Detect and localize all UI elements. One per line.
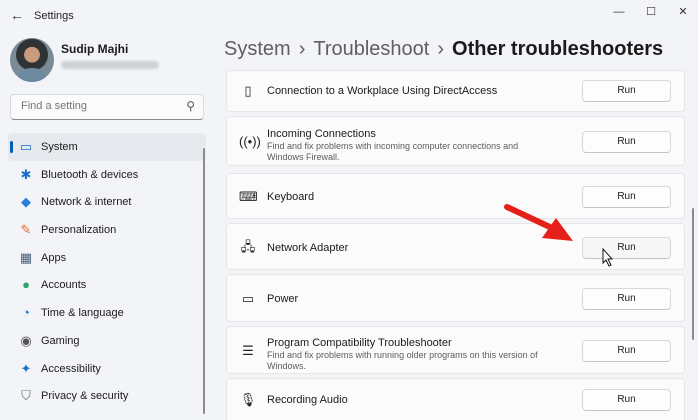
troubleshooter-keyboard: ⌨ Keyboard Run [226, 173, 685, 219]
run-button-incoming-connections[interactable]: Run [582, 131, 671, 153]
breadcrumb: System › Troubleshoot › Other troubleshooter… [224, 38, 663, 61]
sidebar-scrollbar[interactable] [203, 148, 205, 414]
page-title: Other troubleshooters [452, 38, 664, 60]
close-icon[interactable]: ✕ [666, 3, 698, 21]
breadcrumb-separator: › [298, 38, 306, 60]
troubleshooter-title: Keyboard [267, 191, 315, 203]
sidebar-item-label: Personalization [41, 224, 117, 237]
sidebar-nav: ▭ System ✱ Bluetooth & devices ◆ Network… [8, 133, 206, 410]
sidebar-item-label: System [41, 141, 78, 153]
bluetooth-icon: ✱ [20, 166, 32, 182]
search-input[interactable] [19, 99, 183, 113]
minimize-icon[interactable]: — [602, 3, 636, 21]
run-button-directaccess[interactable]: Run [582, 80, 671, 102]
person-icon: ● [22, 277, 30, 293]
sidebar-item-label: Accessibility [41, 362, 101, 375]
search-box[interactable]: ⚲ [10, 94, 204, 120]
sidebar-item-label: Bluetooth & devices [41, 168, 139, 181]
gamepad-icon: ◉ [20, 332, 32, 348]
troubleshooter-title: Program Compatibility Troubleshooter [267, 337, 452, 349]
troubleshooter-title: Power [267, 293, 299, 305]
avatar[interactable] [10, 38, 54, 82]
sidebar-item-label: Apps [41, 251, 67, 264]
troubleshooter-program-compatibility: ☰ Program Compatibility Troubleshooter F… [226, 326, 685, 374]
troubleshooter-title: Network Adapter [267, 242, 349, 254]
network-adapter-icon: 🖧 [240, 239, 256, 254]
back-arrow-icon[interactable]: ← [8, 6, 26, 24]
sidebar-item-bluetooth[interactable]: ✱ Bluetooth & devices [8, 161, 206, 189]
wifi-icon: ◆ [21, 194, 31, 210]
sidebar-item-accounts[interactable]: ● Accounts [8, 271, 206, 299]
title-bar: ← Settings — ☐ ✕ [0, 0, 698, 32]
monitor-icon: ▭ [19, 139, 33, 154]
breadcrumb-separator: › [437, 38, 445, 60]
apps-icon: ▦ [19, 249, 33, 265]
user-email-blurred [61, 61, 159, 69]
troubleshooter-list: ▯ Connection to a Workplace Using Direct… [226, 70, 686, 420]
battery-icon: ▭ [241, 291, 255, 306]
shield-icon: ⛉ [21, 388, 31, 404]
troubleshooter-description: Find and fix problems with running older… [267, 350, 538, 371]
run-button-power[interactable]: Run [582, 288, 671, 310]
troubleshooter-directaccess: ▯ Connection to a Workplace Using Direct… [226, 70, 685, 112]
sidebar-item-accessibility[interactable]: ✦ Accessibility [8, 355, 206, 383]
breadcrumb-troubleshoot[interactable]: Troubleshoot [313, 38, 429, 60]
keyboard-icon: ⌨ [239, 189, 258, 204]
sidebar-item-time-language[interactable]: ◔ Time & language [8, 299, 206, 327]
sidebar-item-privacy[interactable]: ⛉ Privacy & security [8, 382, 206, 410]
sidebar-item-label: Network & internet [41, 196, 132, 209]
phone-icon: ▯ [244, 83, 252, 98]
troubleshooter-title: Incoming Connections [267, 128, 376, 140]
microphone-icon: 🎙 [239, 392, 257, 407]
sidebar-item-system[interactable]: ▭ System [8, 133, 206, 161]
maximize-icon[interactable]: ☐ [634, 3, 668, 21]
sidebar-item-apps[interactable]: ▦ Apps [8, 244, 206, 272]
search-icon[interactable]: ⚲ [186, 99, 195, 113]
antenna-icon: ((•)) [239, 134, 261, 149]
sidebar-item-label: Gaming [41, 334, 80, 347]
breadcrumb-system[interactable]: System [224, 38, 291, 60]
user-name: Sudip Majhi [61, 42, 129, 56]
troubleshooter-description: Find and fix problems with incoming comp… [267, 141, 519, 162]
content-scrollbar[interactable] [692, 208, 694, 340]
sidebar-item-label: Time & language [41, 307, 124, 320]
run-button-network-adapter[interactable]: Run [582, 237, 671, 259]
troubleshooter-incoming-connections: ((•)) Incoming Connections Find and fix … [226, 116, 685, 166]
run-button-program-compatibility[interactable]: Run [582, 340, 671, 362]
accessibility-icon: ✦ [20, 360, 32, 376]
sidebar-item-network[interactable]: ◆ Network & internet [8, 188, 206, 216]
run-button-keyboard[interactable]: Run [582, 186, 671, 208]
troubleshooter-power: ▭ Power Run [226, 274, 685, 322]
sidebar-item-personalization[interactable]: ✎ Personalization [8, 216, 206, 244]
troubleshooter-recording-audio: 🎙 Recording Audio Run [226, 378, 685, 420]
troubleshooter-title: Recording Audio [267, 394, 348, 406]
sidebar-item-gaming[interactable]: ◉ Gaming [8, 327, 206, 355]
run-button-recording-audio[interactable]: Run [582, 389, 671, 411]
globe-clock-icon: ◔ [22, 305, 30, 321]
troubleshooter-title: Connection to a Workplace Using DirectAc… [267, 85, 498, 97]
app-title: Settings [34, 10, 74, 22]
troubleshooter-network-adapter: 🖧 Network Adapter Run [226, 223, 685, 270]
sidebar-item-label: Accounts [41, 279, 87, 292]
list-icon: ☰ [242, 343, 254, 358]
brush-icon: ✎ [20, 222, 32, 238]
sidebar-item-label: Privacy & security [41, 390, 129, 403]
